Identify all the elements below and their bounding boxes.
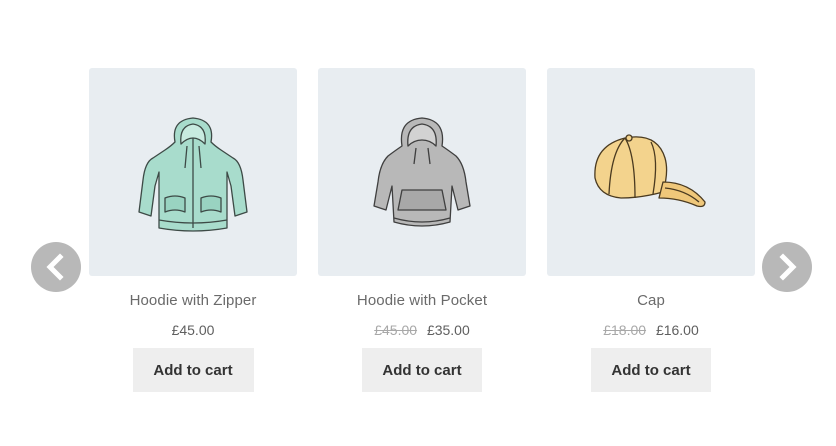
product-image[interactable] [547,68,755,276]
product-image[interactable] [318,68,526,276]
product-title[interactable]: Hoodie with Pocket [318,291,526,311]
hoodie-with-pocket-icon [373,117,471,227]
add-to-cart-button[interactable]: Add to cart [362,348,482,392]
chevron-left-icon [46,253,64,281]
product-card: Hoodie with Pocket £45.00 £35.00 Add to … [318,68,526,392]
product-price: £18.00 £16.00 [547,320,755,340]
product-title[interactable]: Hoodie with Zipper [89,291,297,311]
current-price: £45.00 [171,322,215,338]
product-carousel: Hoodie with Zipper £45.00 Add to cart Ho… [0,0,836,446]
product-title[interactable]: Cap [547,291,755,311]
carousel-next-button[interactable] [762,242,812,292]
add-to-cart-button[interactable]: Add to cart [132,348,254,392]
original-price: £45.00 [374,322,418,338]
product-price: £45.00 [89,320,297,340]
hoodie-with-zipper-icon [138,117,248,232]
chevron-right-icon [779,253,797,281]
sale-price: £35.00 [426,322,470,338]
original-price: £18.00 [603,322,647,338]
sale-price: £16.00 [655,322,699,338]
product-image[interactable] [89,68,297,276]
cap-icon [594,134,706,208]
product-card: Cap £18.00 £16.00 Add to cart [547,68,755,392]
add-to-cart-button[interactable]: Add to cart [591,348,711,392]
carousel-prev-button[interactable] [31,242,81,292]
product-price: £45.00 £35.00 [318,320,526,340]
product-card: Hoodie with Zipper £45.00 Add to cart [89,68,297,392]
